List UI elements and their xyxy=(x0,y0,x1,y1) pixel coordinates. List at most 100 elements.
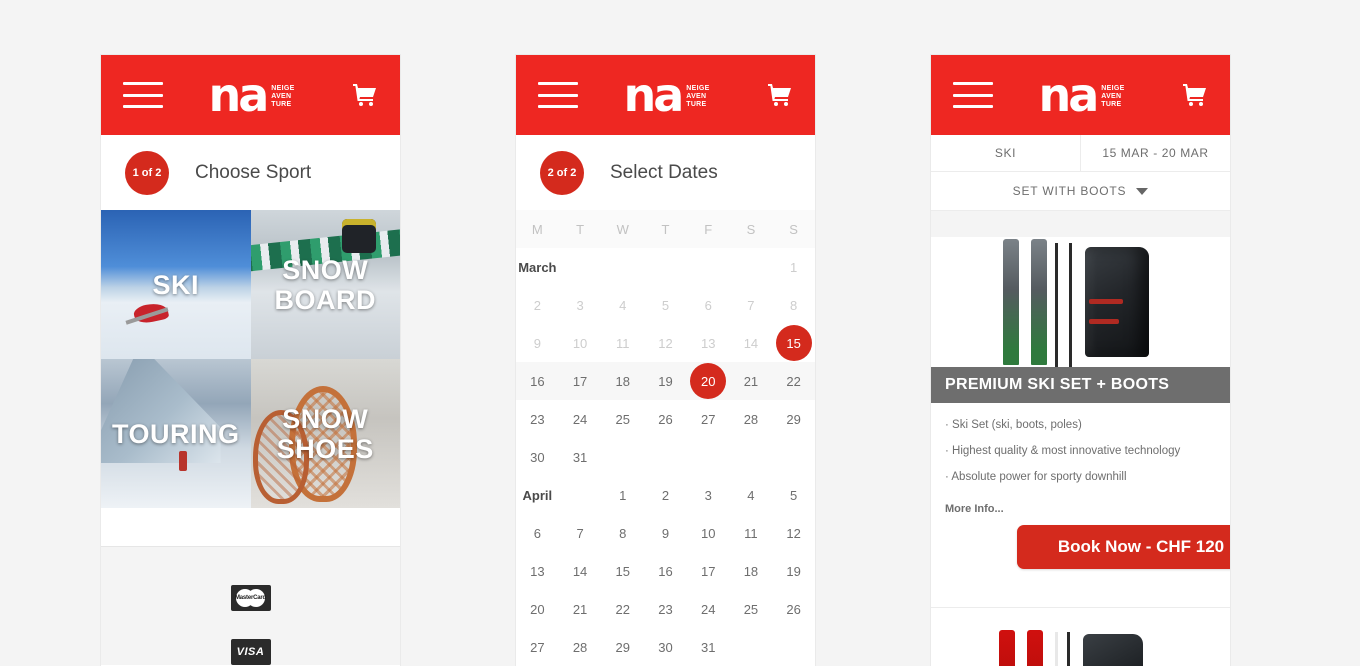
calendar-day[interactable]: 30 xyxy=(516,438,559,476)
calendar-day[interactable]: 27 xyxy=(687,400,730,438)
brand-logo[interactable]: na NEIGE AVEN TURE xyxy=(208,72,294,118)
logo-subtext: NEIGE AVEN TURE xyxy=(271,82,294,109)
phone-panel-choose-sport: na NEIGE AVEN TURE 1 of 2 Choose Sport S… xyxy=(101,55,400,666)
calendar-day[interactable]: 2 xyxy=(644,476,687,514)
calendar-day[interactable]: 22 xyxy=(772,362,815,400)
boot-buckle-graphic xyxy=(1089,319,1119,324)
calendar-day[interactable]: 30 xyxy=(644,628,687,666)
sport-tile-snowshoes[interactable]: SNOW SHOES xyxy=(250,359,400,508)
calendar-day[interactable]: 14 xyxy=(559,552,602,590)
calendar-day[interactable]: 17 xyxy=(558,362,602,400)
feature-item: · Ski Set (ski, boots, poles) xyxy=(945,419,1082,431)
calendar-day[interactable]: 11 xyxy=(730,514,773,552)
calendar-day[interactable]: 19 xyxy=(772,552,815,590)
calendar-day[interactable]: 4 xyxy=(730,476,773,514)
calendar-day[interactable]: 22 xyxy=(601,590,644,628)
calendar-day[interactable]: 3 xyxy=(687,476,730,514)
calendar-day[interactable]: 21 xyxy=(729,362,773,400)
calendar-day[interactable]: 24 xyxy=(559,400,602,438)
calendar-day[interactable]: 6 xyxy=(516,514,559,552)
calendar-day: 5 xyxy=(661,297,670,313)
calendar-day[interactable]: 13 xyxy=(516,552,559,590)
shopping-cart-icon[interactable] xyxy=(352,83,378,107)
shopping-cart-icon[interactable] xyxy=(1182,83,1208,107)
calendar-day: 1 xyxy=(790,259,798,275)
calendar-day-selected[interactable]: 20 xyxy=(686,362,730,400)
calendar-day: 10 xyxy=(572,335,588,351)
calendar-day[interactable]: 19 xyxy=(644,362,687,400)
calendar-day[interactable]: 9 xyxy=(644,514,687,552)
calendar-day[interactable]: 12 xyxy=(772,514,815,552)
calendar-day[interactable]: 10 xyxy=(687,514,730,552)
calendar-day[interactable]: 27 xyxy=(516,628,559,666)
app-header: na NEIGE AVEN TURE xyxy=(931,55,1230,135)
calendar-day[interactable]: 17 xyxy=(687,552,730,590)
brand-logo[interactable]: na NEIGE AVEN TURE xyxy=(1038,68,1124,122)
hamburger-menu-icon[interactable] xyxy=(538,82,578,108)
summary-tabs: SKI 15 MAR - 20 MAR xyxy=(931,135,1230,172)
sport-tile-ski[interactable]: SKI xyxy=(101,210,251,359)
mastercard-label: MasterCard xyxy=(234,595,266,601)
calendar-day[interactable]: 18 xyxy=(730,552,773,590)
calendar-day[interactable]: 23 xyxy=(644,590,687,628)
logo-subtext: NEIGE AVEN TURE xyxy=(686,82,709,109)
more-info-link[interactable]: More Info... xyxy=(931,501,1230,515)
phone-panel-select-dates: na NEIGE AVEN TURE 2 of 2 Select Dates M… xyxy=(516,55,815,666)
calendar-day[interactable]: 15 xyxy=(601,552,644,590)
calendar-empty-cell xyxy=(644,438,687,476)
calendar-day[interactable]: 29 xyxy=(601,628,644,666)
set-type-dropdown[interactable]: SET WITH BOOTS xyxy=(931,172,1230,211)
hamburger-menu-icon[interactable] xyxy=(123,82,163,108)
calendar-day[interactable]: 23 xyxy=(516,400,559,438)
calendar-day[interactable]: 25 xyxy=(601,400,644,438)
ski-boot-graphic xyxy=(1083,634,1143,666)
book-now-button[interactable]: Book Now - CHF 120 xyxy=(1017,525,1230,569)
product-photo xyxy=(931,237,1230,367)
calendar-day[interactable]: 31 xyxy=(687,628,730,666)
step-header-choose-sport: 1 of 2 Choose Sport xyxy=(101,135,400,210)
page-title: Choose Sport xyxy=(195,161,312,183)
calendar-day[interactable]: 28 xyxy=(730,400,773,438)
tab-sport[interactable]: SKI xyxy=(931,135,1080,171)
calendar-empty-cell xyxy=(601,248,644,286)
sport-tile-label: SNOW SHOES xyxy=(276,403,374,464)
logo-mark-text: na xyxy=(1038,68,1099,122)
hamburger-menu-icon[interactable] xyxy=(953,82,993,108)
calendar-day[interactable]: 21 xyxy=(559,590,602,628)
calendar-day[interactable]: 31 xyxy=(559,438,602,476)
calendar-weekday-header: M T W T F S S xyxy=(516,210,815,248)
sport-tile-touring[interactable]: TOURING xyxy=(101,359,251,508)
calendar-day[interactable]: 28 xyxy=(559,628,602,666)
page-root: na NEIGE AVEN TURE 1 of 2 Choose Sport S… xyxy=(0,0,1360,666)
calendar-day[interactable]: 29 xyxy=(772,400,815,438)
calendar-day-selected[interactable]: 15 xyxy=(772,324,815,362)
brand-logo[interactable]: na NEIGE AVEN TURE xyxy=(623,72,709,118)
calendar-day: 9 xyxy=(533,335,541,351)
calendar-day[interactable]: 20 xyxy=(516,590,559,628)
calendar-day: 2 xyxy=(533,297,541,313)
sport-tile-label: SKI xyxy=(152,269,199,300)
calendar-day[interactable]: 1 xyxy=(601,476,644,514)
weekday-label: S xyxy=(746,221,756,237)
calendar-empty-cell xyxy=(730,438,773,476)
calendar-day[interactable]: 18 xyxy=(601,362,645,400)
calendar-day[interactable]: 16 xyxy=(516,362,559,400)
feature-item: · Highest quality & most innovative tech… xyxy=(945,445,1181,457)
calendar-day[interactable]: 16 xyxy=(644,552,687,590)
calendar-day[interactable]: 26 xyxy=(644,400,687,438)
next-product-photo xyxy=(931,608,1230,666)
shopping-cart-icon[interactable] xyxy=(767,83,793,107)
calendar-day[interactable]: 26 xyxy=(772,590,815,628)
sport-tile-snowboard[interactable]: SNOW BOARD xyxy=(250,210,400,359)
calendar-day[interactable]: 5 xyxy=(772,476,815,514)
ski-pole-graphic xyxy=(1055,632,1058,666)
calendar-day[interactable]: 7 xyxy=(559,514,602,552)
tab-dates[interactable]: 15 MAR - 20 MAR xyxy=(1080,135,1230,171)
calendar-empty-cell xyxy=(687,248,730,286)
calendar-day[interactable]: 25 xyxy=(730,590,773,628)
calendar-day[interactable]: 24 xyxy=(687,590,730,628)
calendar-day[interactable]: 8 xyxy=(601,514,644,552)
sport-tile-label: SNOW BOARD xyxy=(274,254,376,315)
calendar-day: 8 xyxy=(790,297,798,313)
ski-pole-graphic xyxy=(1069,243,1072,367)
